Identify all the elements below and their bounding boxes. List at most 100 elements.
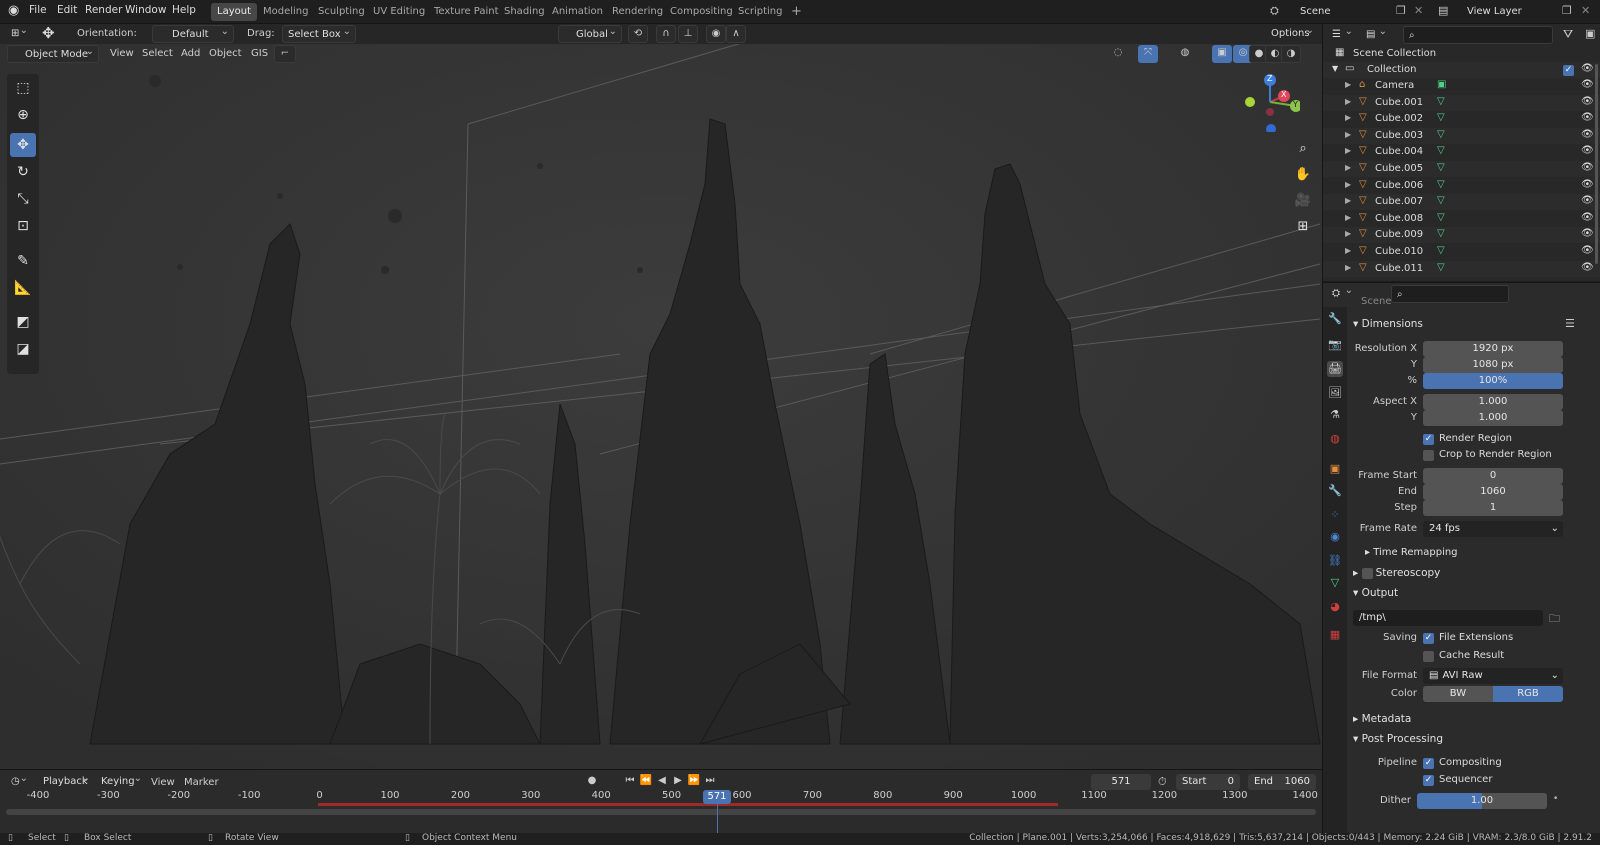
timeline-menu-view[interactable]: View <box>151 777 175 788</box>
post-processing-header[interactable]: ▾ Post Processing <box>1353 733 1443 745</box>
outliner-collection[interactable]: ▼ ▭ Collection ✓ 👁 <box>1323 62 1600 78</box>
tab-layout[interactable]: Layout <box>211 3 257 21</box>
texture-tab-icon[interactable]: ▦ <box>1327 627 1343 643</box>
presets-list-icon[interactable]: ☰ <box>1565 317 1575 330</box>
world-tab-icon[interactable]: ◍ <box>1327 431 1343 447</box>
delete-view-layer-icon[interactable]: ✕ <box>1581 4 1590 17</box>
gis-extra-icon[interactable]: ⌐ <box>274 45 296 63</box>
expand-arrow-icon[interactable]: ▶ <box>1345 113 1351 122</box>
mesh-data-icon[interactable]: ▽ <box>1437 112 1445 123</box>
visibility-eye-icon[interactable]: 👁 <box>1581 162 1594 173</box>
collapse-arrow-icon[interactable]: ▼ <box>1332 64 1338 73</box>
pivot-point-icon[interactable]: ⟲ <box>628 25 648 43</box>
mesh-data-icon[interactable]: ▽ <box>1437 212 1445 223</box>
material-tab-icon[interactable]: ◕ <box>1327 599 1343 615</box>
output-path-field[interactable]: /tmp\ <box>1353 610 1543 626</box>
tab-scripting[interactable]: Scripting <box>732 3 788 21</box>
outliner-scrollbar[interactable] <box>1595 64 1598 264</box>
visibility-eye-icon[interactable]: 👁 <box>1581 129 1594 140</box>
crop-checkbox[interactable] <box>1423 450 1434 461</box>
outliner-item[interactable]: ▶ ▽ Cube.009 ▽ 👁 <box>1323 227 1600 244</box>
keyframe-dot-icon[interactable]: • <box>1553 794 1558 804</box>
snap-target-icon[interactable]: ⊥ <box>678 25 698 43</box>
blender-logo-icon[interactable]: ◉ <box>8 3 19 18</box>
expand-arrow-icon[interactable]: ▶ <box>1345 213 1351 222</box>
copy-view-layer-icon[interactable]: ❐ <box>1562 4 1572 17</box>
menu-render[interactable]: Render <box>85 4 122 16</box>
object-tab-icon[interactable]: ▣ <box>1327 461 1343 477</box>
delete-scene-icon[interactable]: ✕ <box>1414 4 1423 17</box>
transform-orientation-dropdown[interactable]: Global <box>558 25 622 43</box>
folder-icon[interactable]: 🗀 <box>1549 610 1560 629</box>
mesh-data-icon[interactable]: ▽ <box>1437 129 1445 140</box>
jump-end-icon[interactable]: ⏭ <box>700 773 720 791</box>
display-mode-dropdown[interactable]: ▤ <box>1361 26 1391 44</box>
camera-data-icon[interactable]: ▣ <box>1437 79 1446 90</box>
constraints-tab-icon[interactable]: ⛓ <box>1327 553 1343 569</box>
frame-end-field[interactable]: 1060 <box>1423 484 1563 500</box>
move-tool-icon[interactable]: ✥ <box>42 24 55 42</box>
compositing-checkbox[interactable]: ✓ <box>1423 758 1434 769</box>
expand-arrow-icon[interactable]: ▶ <box>1345 180 1351 189</box>
playhead-badge[interactable]: 571 <box>703 790 731 804</box>
expand-arrow-icon[interactable]: ▶ <box>1345 229 1351 238</box>
mesh-data-icon[interactable]: ▽ <box>1437 245 1445 256</box>
move-icon[interactable]: ✥ <box>10 133 36 157</box>
output-tab-icon[interactable]: 🖨 <box>1327 361 1343 377</box>
stereoscopy-header[interactable]: ▸ Stereoscopy <box>1353 567 1440 579</box>
expand-arrow-icon[interactable]: ▶ <box>1345 246 1351 255</box>
visibility-eye-icon[interactable]: 👁 <box>1581 79 1594 90</box>
outliner-item[interactable]: ▶ ▽ Cube.002 ▽ 👁 <box>1323 111 1600 127</box>
mesh-data-icon[interactable]: ▽ <box>1437 96 1445 107</box>
res-y-field[interactable]: 1080 px <box>1423 357 1563 373</box>
editor-type-button[interactable]: ⊞ <box>6 25 32 43</box>
tab-uv-editing[interactable]: UV Editing <box>367 3 431 21</box>
outliner-scene-collection[interactable]: ▦ Scene Collection <box>1323 46 1600 62</box>
mesh-data-icon[interactable]: ▽ <box>1437 262 1445 273</box>
metadata-header[interactable]: ▸ Metadata <box>1353 713 1411 725</box>
expand-arrow-icon[interactable]: ▶ <box>1345 263 1351 272</box>
scale-icon[interactable]: ⤡ <box>10 187 36 211</box>
rotate-icon[interactable]: ↻ <box>10 160 36 184</box>
end-frame-field[interactable]: End 1060 <box>1248 774 1316 790</box>
tab-compositing[interactable]: Compositing <box>664 3 739 21</box>
menu-view[interactable]: View <box>110 48 134 59</box>
outliner-editor-type[interactable]: ☰ <box>1327 26 1357 44</box>
res-x-field[interactable]: 1920 px <box>1423 341 1563 357</box>
modifier-tab-icon[interactable]: 🔧 <box>1327 483 1343 499</box>
output-header[interactable]: ▾ Output <box>1353 587 1398 599</box>
measure-icon[interactable]: 📐 <box>10 276 36 300</box>
menu-select[interactable]: Select <box>142 48 173 59</box>
tab-animation[interactable]: Animation <box>546 3 609 21</box>
current-frame-field[interactable]: 571 <box>1091 774 1151 790</box>
frame-ruler[interactable]: -400 -300 -200 -100 0 100 200 300 400 500 600 700 80… <box>0 790 1322 834</box>
mesh-data-icon[interactable]: ▽ <box>1437 179 1445 190</box>
outliner-search[interactable]: ⌕ <box>1403 26 1553 44</box>
visibility-eye-icon[interactable]: 👁 <box>1581 195 1594 206</box>
color-rgb-button[interactable]: RGB <box>1493 686 1563 702</box>
zoom-icon[interactable]: ⌕ <box>1292 138 1314 160</box>
new-collection-icon[interactable]: ▣ <box>1585 27 1595 40</box>
mesh-data-icon[interactable]: ▽ <box>1437 195 1445 206</box>
menu-window[interactable]: Window <box>125 4 166 16</box>
select-box-icon[interactable]: ⬚ <box>10 76 36 100</box>
timeline-menu-marker[interactable]: Marker <box>184 777 219 788</box>
mesh-data-icon[interactable]: ▽ <box>1437 228 1445 239</box>
keying-dropdown[interactable]: Keying <box>96 773 146 791</box>
visibility-eye-icon[interactable]: 👁 <box>1581 179 1594 190</box>
expand-arrow-icon[interactable]: ▶ <box>1345 80 1351 89</box>
add-cube-icon[interactable]: ◩ <box>10 310 36 334</box>
rendered-shading-icon[interactable]: ◑ <box>1281 45 1301 63</box>
outliner-item[interactable]: ▶ ▽ Cube.004 ▽ 👁 <box>1323 144 1600 160</box>
mesh-data-icon[interactable]: ▽ <box>1437 162 1445 173</box>
visibility-eye-icon[interactable]: 👁 <box>1581 212 1594 223</box>
annotate-icon[interactable]: ✎ <box>10 249 36 273</box>
menu-help[interactable]: Help <box>172 4 196 16</box>
outliner-item[interactable]: ▶ ▽ Cube.010 ▽ 👁 <box>1323 244 1600 260</box>
transform-icon[interactable]: ⊡ <box>10 214 36 238</box>
scene-icon[interactable]: ⛭ <box>1270 4 1279 18</box>
visibility-eye-icon[interactable]: 👁 <box>1581 63 1594 74</box>
expand-arrow-icon[interactable]: ▶ <box>1345 97 1351 106</box>
frame-step-field[interactable]: 1 <box>1423 500 1563 516</box>
visibility-eye-icon[interactable]: 👁 <box>1581 262 1594 273</box>
